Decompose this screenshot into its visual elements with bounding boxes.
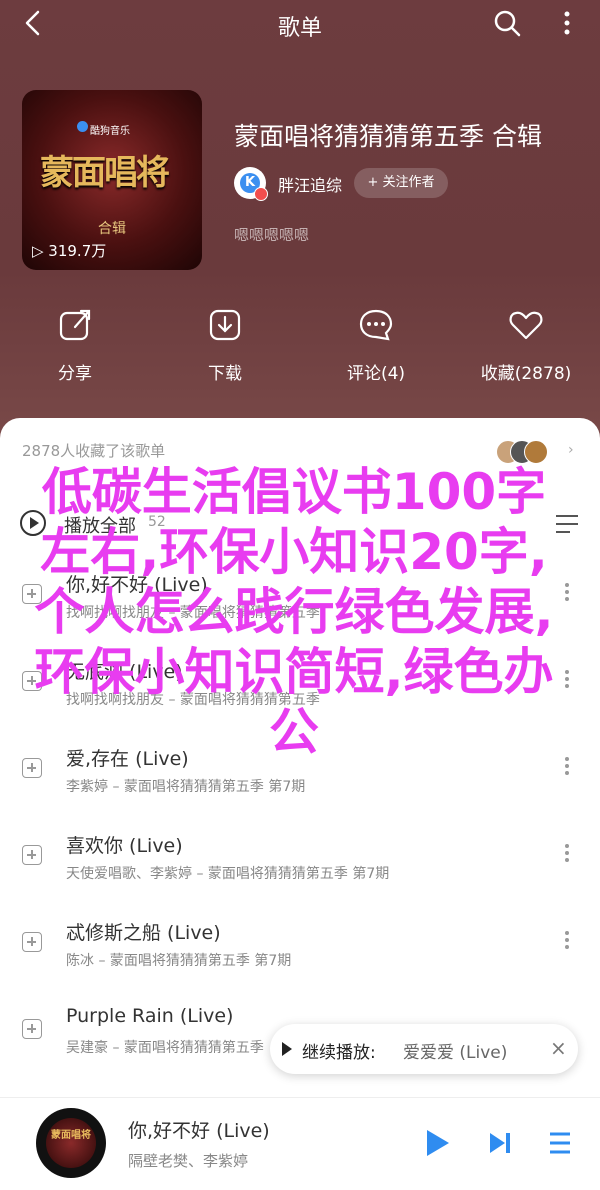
song-title: 喜欢你 (Live) — [66, 835, 183, 857]
now-playing-disc[interactable]: 蒙面唱将 — [36, 1108, 106, 1178]
share-icon — [59, 309, 91, 341]
song-meta: 天使爱唱歌、李紫婷 – 蒙面唱将猜猜猜第五季 第7期 — [66, 866, 390, 882]
share-button[interactable]: 分享 — [15, 305, 135, 384]
overlay-watermark-text: 低碳生活倡议书100字左右,环保小知识20字,个人怎么践行绿色发展,环保小知识简… — [34, 463, 554, 761]
favorite-label: 收藏(2878) — [480, 364, 572, 384]
now-playing-artist: 隔壁老樊、李紫婷 — [128, 1152, 249, 1170]
list-item[interactable]: 忒修斯之船 (Live) 陈冰 – 蒙面唱将猜猜猜第五季 第7期 — [0, 908, 600, 992]
download-label: 下载 — [208, 364, 242, 384]
more-vertical-icon[interactable] — [562, 841, 572, 869]
cover-title: 蒙面唱将 — [40, 153, 170, 193]
song-meta: 陈冰 – 蒙面唱将猜猜猜第五季 第7期 — [66, 953, 292, 969]
comment-button[interactable]: 评论(4) — [316, 305, 436, 384]
play-icon — [282, 1042, 292, 1056]
search-icon[interactable] — [492, 8, 522, 38]
top-bar: 歌单 — [0, 0, 600, 48]
download-icon — [209, 309, 241, 341]
kugou-logo-icon — [77, 121, 88, 132]
add-icon[interactable] — [22, 932, 42, 952]
collectors-text[interactable]: 2878人收藏了该歌单 — [22, 440, 165, 461]
continue-playing-toast[interactable]: 继续播放: 爱爱爱 (Live) × — [270, 1024, 578, 1074]
creator-avatar[interactable]: K — [234, 167, 268, 201]
more-vertical-icon[interactable] — [562, 928, 572, 956]
description-text: 嗯嗯嗯嗯嗯 — [234, 226, 310, 244]
chevron-right-icon[interactable]: › — [568, 442, 574, 458]
add-icon[interactable] — [22, 1019, 42, 1039]
favorite-button[interactable]: 收藏(2878) — [466, 305, 586, 384]
creator-name[interactable]: 胖汪追综 — [278, 172, 342, 196]
album-cover[interactable]: 酷狗音乐 蒙面唱将 合辑 ▷ 319.7万 — [22, 90, 202, 270]
follow-button[interactable]: + 关注作者 — [354, 168, 448, 198]
next-track-icon[interactable] — [487, 1130, 513, 1156]
playlist-queue-icon[interactable] — [548, 1130, 572, 1156]
album-title: 蒙面唱将猜猜猜第五季 合辑 — [234, 122, 542, 151]
cover-subtitle: 合辑 — [98, 221, 126, 237]
toast-song: 爱爱爱 (Live) — [403, 1043, 508, 1063]
song-title: Purple Rain (Live) — [66, 1005, 234, 1027]
mini-player[interactable]: 蒙面唱将 你,好不好 (Live) 隔壁老樊、李紫婷 — [0, 1097, 600, 1190]
share-label: 分享 — [58, 364, 92, 384]
heart-icon — [509, 311, 543, 340]
song-meta: 吴建豪 – 蒙面唱将猜猜猜第五季 — [66, 1040, 264, 1056]
close-icon[interactable]: × — [550, 1036, 567, 1060]
play-count: ▷ 319.7万 — [32, 242, 107, 260]
list-item[interactable]: 喜欢你 (Live) 天使爱唱歌、李紫婷 – 蒙面唱将猜猜猜第五季 第7期 — [0, 821, 600, 905]
cover-brand: 酷狗音乐 — [90, 126, 130, 137]
comment-label: 评论(4) — [346, 364, 406, 384]
add-icon[interactable] — [22, 845, 42, 865]
song-meta: 李紫婷 – 蒙面唱将猜猜猜第五季 第7期 — [66, 779, 306, 795]
toast-label: 继续播放: — [302, 1043, 376, 1063]
play-icon[interactable] — [427, 1130, 449, 1156]
song-title: 忒修斯之船 (Live) — [66, 922, 221, 944]
album-description[interactable]: 嗯嗯嗯嗯嗯 — [234, 224, 309, 245]
verified-badge-icon — [254, 187, 268, 201]
comment-icon — [359, 309, 393, 341]
more-vertical-icon[interactable] — [552, 8, 582, 38]
disc-text: 蒙面唱将 — [51, 1130, 91, 1141]
now-playing-title: 你,好不好 (Live) — [128, 1120, 270, 1142]
action-bar: 分享 下载 评论(4) 收藏(2878) — [0, 305, 600, 385]
avatar — [524, 440, 548, 464]
download-button[interactable]: 下载 — [165, 305, 285, 384]
